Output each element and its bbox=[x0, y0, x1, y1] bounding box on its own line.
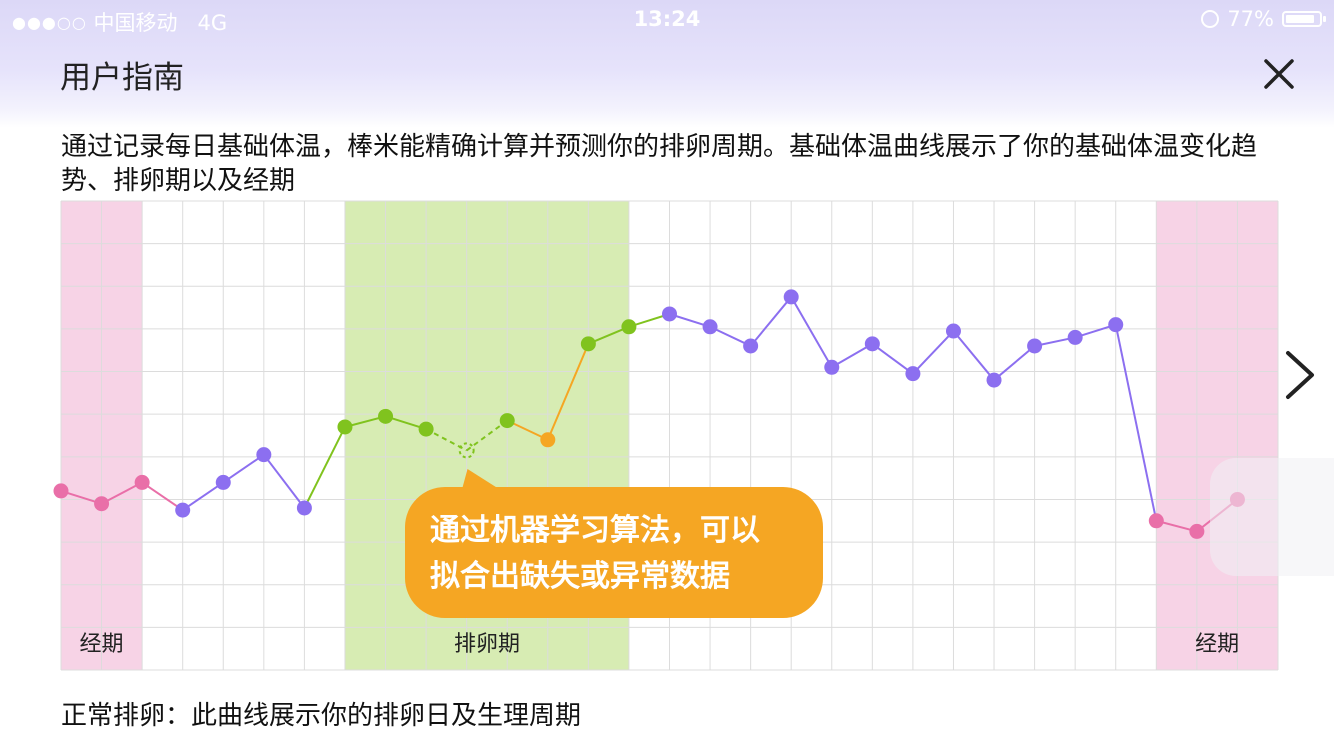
temperature-chart bbox=[53, 200, 1279, 671]
series-segment bbox=[1114, 324, 1158, 521]
data-point-period bbox=[134, 474, 150, 490]
data-point-normal bbox=[256, 447, 272, 463]
data-point-ovulation bbox=[418, 421, 434, 437]
data-point-ovulation bbox=[378, 408, 394, 424]
band-period bbox=[1156, 201, 1278, 670]
data-point-period bbox=[1148, 513, 1164, 529]
chevron-right-icon bbox=[1286, 351, 1314, 399]
series-segment bbox=[790, 296, 833, 368]
side-panel bbox=[1210, 458, 1334, 576]
series-segment bbox=[303, 426, 346, 509]
series-segment bbox=[871, 343, 914, 375]
data-point-normal bbox=[905, 366, 921, 382]
series-segment bbox=[912, 330, 955, 375]
data-point-normal bbox=[296, 500, 312, 516]
data-point-normal bbox=[662, 306, 677, 322]
data-point-normal bbox=[783, 289, 799, 305]
data-point-normal bbox=[1108, 317, 1124, 333]
footer-caption: 正常排卵：此曲线展示你的排卵日及生理周期 bbox=[61, 701, 582, 731]
band-label-period: 经期 bbox=[79, 632, 124, 657]
data-point-normal bbox=[986, 372, 1002, 388]
data-point-period bbox=[1189, 523, 1205, 539]
data-point-normal bbox=[1067, 329, 1083, 345]
data-point-normal bbox=[864, 336, 880, 352]
data-point-ovulation bbox=[580, 336, 596, 352]
data-point-period bbox=[94, 496, 110, 512]
callout-text: 通过机器学习算法，可以 拟合出缺失或异常数据 bbox=[430, 508, 810, 600]
data-point-ovulation bbox=[499, 413, 515, 429]
band-label-ovulation: 排卵期 bbox=[453, 632, 520, 657]
data-point-normal bbox=[824, 359, 840, 375]
series-segment bbox=[749, 296, 792, 347]
band-label-period: 经期 bbox=[1195, 632, 1240, 657]
data-point-abnormal bbox=[540, 432, 556, 448]
series-segment bbox=[952, 330, 995, 381]
series-segment bbox=[993, 345, 1036, 381]
data-point-period bbox=[53, 483, 69, 499]
data-point-normal bbox=[215, 474, 231, 490]
series-segment bbox=[263, 454, 306, 509]
data-point-ovulation bbox=[621, 319, 637, 335]
callout-tail bbox=[453, 469, 509, 495]
data-point-normal bbox=[945, 323, 961, 339]
data-point-normal bbox=[702, 319, 718, 335]
next-page-button[interactable] bbox=[1278, 345, 1326, 405]
data-point-normal bbox=[1027, 338, 1043, 354]
callout-line-2: 拟合出缺失或异常数据 bbox=[430, 559, 730, 594]
data-point-normal bbox=[175, 502, 191, 518]
data-point-normal bbox=[743, 338, 759, 354]
data-point-ovulation bbox=[337, 419, 353, 435]
callout-line-1: 通过机器学习算法，可以 bbox=[430, 513, 760, 548]
ml-callout: 通过机器学习算法，可以 拟合出缺失或异常数据 bbox=[405, 469, 823, 618]
